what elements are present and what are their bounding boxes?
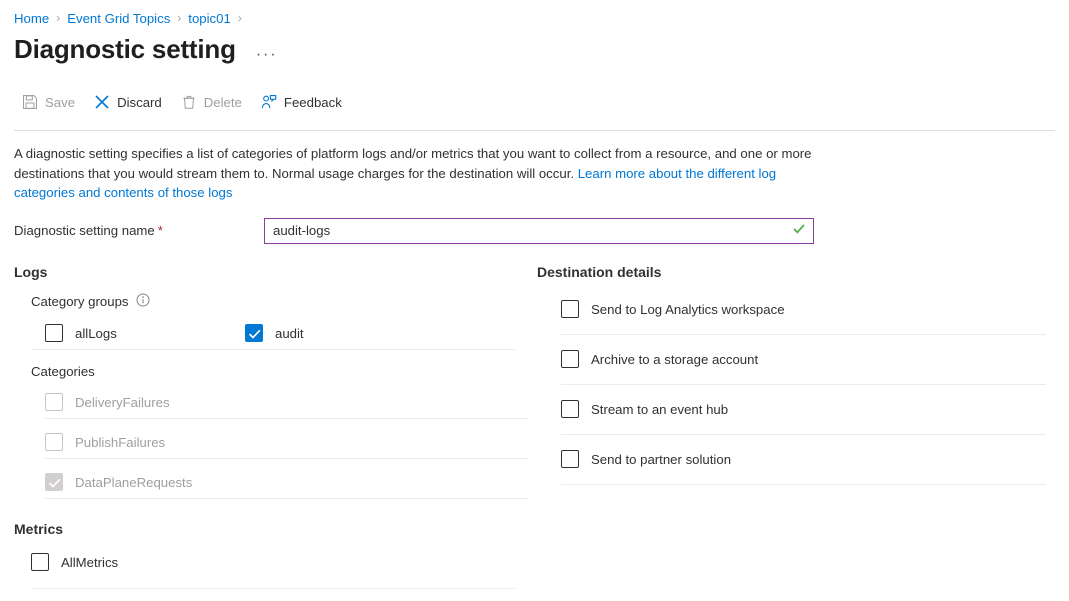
feedback-label: Feedback xyxy=(284,95,342,110)
divider xyxy=(31,349,515,350)
required-marker: * xyxy=(158,223,163,238)
checkbox-audit[interactable]: audit xyxy=(245,324,304,342)
checkbox-AllMetrics[interactable]: AllMetrics xyxy=(14,547,524,578)
checkbox-audit-label: audit xyxy=(275,326,304,341)
checkbox-DeliveryFailures-box[interactable] xyxy=(45,393,63,411)
metrics-section-title: Metrics xyxy=(14,521,524,537)
breadcrumb: Home › Event Grid Topics › topic01 › xyxy=(0,0,1069,27)
feedback-icon xyxy=(261,94,277,110)
checkbox-DataPlaneRequests[interactable]: DataPlaneRequests xyxy=(14,467,524,498)
validation-check-icon xyxy=(792,221,806,240)
checkbox-AllMetrics-box[interactable] xyxy=(31,553,49,571)
breadcrumb-separator-icon: › xyxy=(177,12,181,24)
divider xyxy=(45,458,529,459)
categories-label-row: Categories xyxy=(31,364,524,379)
toolbar-divider xyxy=(14,130,1055,131)
checkbox-allLogs-box[interactable] xyxy=(45,324,63,342)
description-text: A diagnostic setting specifies a list of… xyxy=(14,144,814,203)
discard-button[interactable]: Discard xyxy=(86,86,173,118)
title-row: Diagnostic setting ··· xyxy=(0,27,1069,66)
command-bar: Save Discard Delete xyxy=(0,86,1069,118)
checkbox-send-to-log-analytics[interactable]: Send to Log Analytics workspace xyxy=(537,294,1037,325)
checkbox-DataPlaneRequests-label: DataPlaneRequests xyxy=(75,475,192,490)
checkbox-archive-to-storage-box[interactable] xyxy=(561,350,579,368)
checkbox-send-to-partner-solution-label: Send to partner solution xyxy=(591,452,731,467)
breadcrumb-item-event-grid-topics[interactable]: Event Grid Topics xyxy=(67,11,170,26)
checkbox-PublishFailures-box[interactable] xyxy=(45,433,63,451)
save-icon xyxy=(22,94,38,110)
divider xyxy=(45,418,529,419)
checkbox-send-to-partner-solution-box[interactable] xyxy=(561,450,579,468)
trash-icon xyxy=(181,94,197,110)
checkbox-allLogs-label: allLogs xyxy=(75,326,117,341)
category-groups-label: Category groups xyxy=(31,294,129,309)
diagnostic-setting-name-label: Diagnostic setting name* xyxy=(14,223,264,238)
checkbox-send-to-partner-solution[interactable]: Send to partner solution xyxy=(537,444,1037,475)
breadcrumb-item-home[interactable]: Home xyxy=(14,11,49,26)
name-label-text: Diagnostic setting name xyxy=(14,223,155,238)
save-button[interactable]: Save xyxy=(14,86,86,118)
breadcrumb-item-topic01[interactable]: topic01 xyxy=(188,11,231,26)
discard-label: Discard xyxy=(117,95,162,110)
checkbox-PublishFailures-label: PublishFailures xyxy=(75,435,165,450)
checkbox-PublishFailures[interactable]: PublishFailures xyxy=(14,427,524,458)
checkbox-send-to-log-analytics-label: Send to Log Analytics workspace xyxy=(591,302,785,317)
divider xyxy=(31,588,515,589)
checkbox-stream-to-event-hub-label: Stream to an event hub xyxy=(591,402,728,417)
checkbox-DeliveryFailures-label: DeliveryFailures xyxy=(75,395,170,410)
checkbox-stream-to-event-hub[interactable]: Stream to an event hub xyxy=(537,394,1037,425)
save-label: Save xyxy=(45,95,75,110)
settings-columns: Logs Category groups allLogs xyxy=(0,264,1069,589)
checkbox-stream-to-event-hub-box[interactable] xyxy=(561,400,579,418)
page-title: Diagnostic setting xyxy=(14,32,236,66)
breadcrumb-separator-icon: › xyxy=(56,12,60,24)
destination-section-title: Destination details xyxy=(537,264,1037,280)
checkbox-DataPlaneRequests-box[interactable] xyxy=(45,473,63,491)
categories-label: Categories xyxy=(31,364,95,379)
category-groups-label-row: Category groups xyxy=(31,293,524,310)
checkbox-archive-to-storage[interactable]: Archive to a storage account xyxy=(537,344,1037,375)
diagnostic-setting-name-input-wrap xyxy=(264,218,814,244)
more-options-icon[interactable]: ··· xyxy=(252,47,281,61)
checkbox-DeliveryFailures[interactable]: DeliveryFailures xyxy=(14,387,524,418)
diagnostic-setting-page: Home › Event Grid Topics › topic01 › Dia… xyxy=(0,0,1069,601)
diagnostic-setting-name-row: Diagnostic setting name* xyxy=(14,218,1069,244)
divider xyxy=(561,434,1046,435)
divider xyxy=(561,484,1046,485)
logs-section-title: Logs xyxy=(14,264,524,280)
discard-icon xyxy=(94,94,110,110)
breadcrumb-separator-icon: › xyxy=(238,12,242,24)
diagnostic-setting-name-input[interactable] xyxy=(265,219,813,243)
delete-button[interactable]: Delete xyxy=(173,86,253,118)
logs-column: Logs Category groups allLogs xyxy=(14,264,524,589)
divider xyxy=(561,334,1046,335)
checkbox-archive-to-storage-label: Archive to a storage account xyxy=(591,352,758,367)
checkbox-audit-box[interactable] xyxy=(245,324,263,342)
info-icon[interactable] xyxy=(136,293,150,310)
feedback-button[interactable]: Feedback xyxy=(253,86,353,118)
divider xyxy=(45,498,529,499)
delete-label: Delete xyxy=(204,95,242,110)
checkbox-send-to-log-analytics-box[interactable] xyxy=(561,300,579,318)
checkbox-allLogs[interactable]: allLogs xyxy=(45,324,245,342)
category-groups-row: allLogs audit xyxy=(14,318,524,349)
divider xyxy=(561,384,1046,385)
checkbox-AllMetrics-label: AllMetrics xyxy=(61,555,118,570)
destination-details-column: Destination details Send to Log Analytic… xyxy=(537,264,1037,589)
